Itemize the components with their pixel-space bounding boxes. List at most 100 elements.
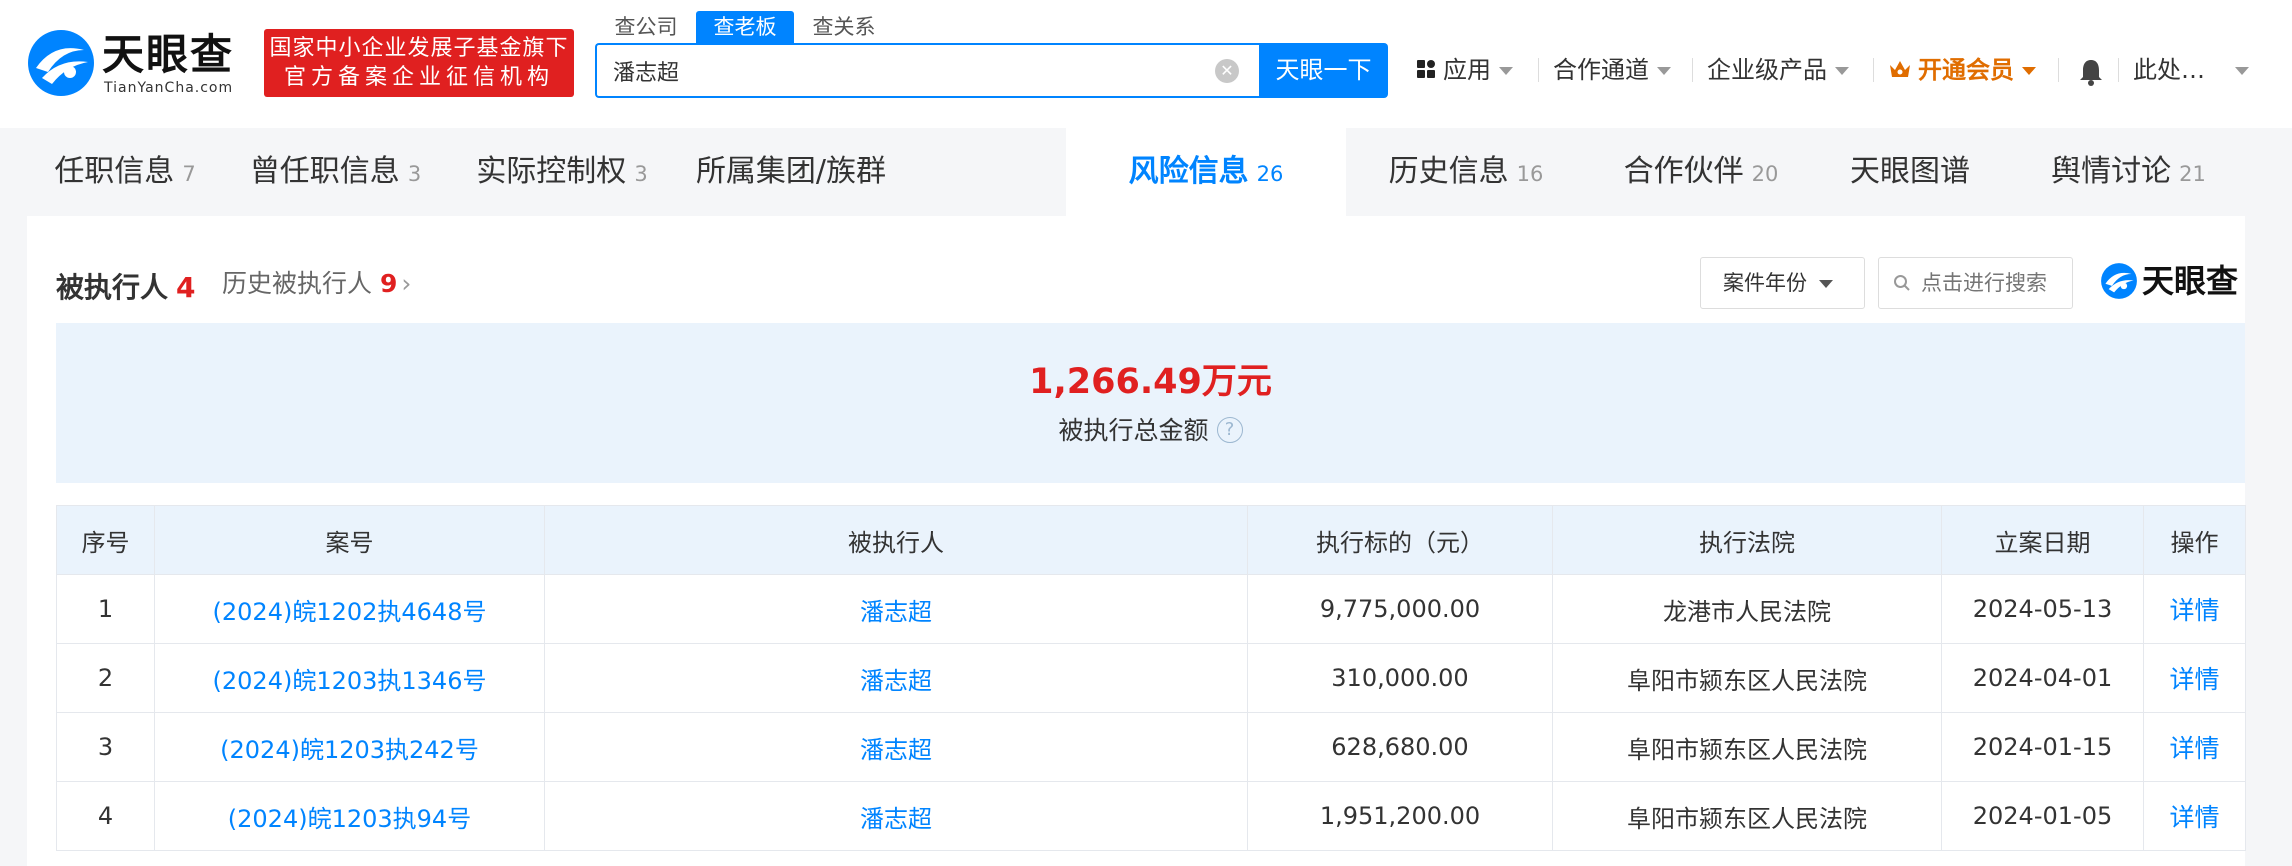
nav-user-label: 此处… (2133, 56, 2205, 84)
cell-case-link[interactable]: (2024)皖1203执94号 (154, 781, 545, 851)
search-box: ✕ (595, 43, 1259, 98)
tab-former-positions[interactable]: 曾任职信息 3 (223, 128, 448, 216)
col-header-case: 案号 (154, 505, 545, 575)
chevron-down-icon (2022, 67, 2036, 75)
total-amount-label: 被执行总金额 (1058, 416, 1209, 445)
top-header: 天眼查 TianYanCha.com 国家中小企业发展子基金旗下 官方备案企业征… (0, 0, 2292, 128)
executed-person-table: 序号 案号 被执行人 执行标的（元） 执行法院 立案日期 操作 1 (2024)… (56, 505, 2246, 851)
chevron-down-icon (1499, 67, 1513, 75)
tab-count: 21 (2179, 162, 2206, 186)
tab-label: 任职信息 (54, 154, 175, 189)
tab-risk-info[interactable]: 风险信息 26 (1066, 128, 1346, 216)
nav-apps[interactable]: 应用 (1417, 50, 1513, 90)
nav-vip[interactable]: 开通会员 (1888, 50, 2036, 90)
chevron-down-icon (1835, 67, 1849, 75)
cell-court: 阜阳市颍东区人民法院 (1552, 781, 1942, 851)
search-button[interactable]: 天眼一下 (1259, 43, 1388, 98)
clear-search-icon[interactable]: ✕ (1215, 59, 1239, 83)
tianyancha-logo[interactable]: 天眼查 TianYanCha.com (26, 28, 252, 98)
tab-label: 天眼图谱 (1850, 154, 1970, 189)
tab-count: 16 (1516, 162, 1544, 186)
cell-date: 2024-01-15 (1941, 712, 2144, 782)
brand-name: 天眼查 (2142, 262, 2239, 300)
bell-icon[interactable] (2078, 58, 2104, 86)
col-header-amount: 执行标的（元） (1247, 505, 1553, 575)
cell-person-link[interactable]: 潘志超 (544, 574, 1248, 644)
section-search (1878, 257, 2073, 309)
detail-link[interactable]: 详情 (2143, 574, 2246, 644)
cell-no: 1 (56, 574, 155, 644)
cell-no: 3 (56, 712, 155, 782)
total-amount-value: 1,266.49万元 (1029, 362, 1272, 402)
chevron-down-icon (1819, 280, 1833, 288)
nav-cooperation[interactable]: 合作通道 (1553, 50, 1671, 90)
table-header-row: 序号 案号 被执行人 执行标的（元） 执行法院 立案日期 操作 (56, 505, 2246, 575)
detail-link[interactable]: 详情 (2143, 781, 2246, 851)
cell-person-link[interactable]: 潘志超 (544, 712, 1248, 782)
nav-vip-label: 开通会员 (1918, 56, 2014, 84)
cell-case-link[interactable]: (2024)皖1203执242号 (154, 712, 545, 782)
logo-name: 天眼查 (102, 30, 235, 79)
cell-case-link[interactable]: (2024)皖1202执4648号 (154, 574, 545, 644)
tab-label: 曾任职信息 (249, 154, 400, 189)
cell-amount: 310,000.00 (1247, 643, 1553, 713)
content-card: 任职信息 7 曾任职信息 3 实际控制权 3 所属集团/族群 风险信息 26 历史信息 1… (27, 128, 2246, 866)
section-title: 被执行人 4 (56, 266, 196, 306)
history-executed-link[interactable]: 历史被执行人 9 › (222, 266, 411, 302)
nav-apps-label: 应用 (1443, 56, 1491, 84)
cell-no: 2 (56, 643, 155, 713)
table-row: 4 (2024)皖1203执94号 潘志超 1,951,200.00 阜阳市颍东… (56, 781, 2246, 851)
section-title-label: 被执行人 (56, 271, 169, 304)
search-tab-relation[interactable]: 查关系 (794, 11, 894, 43)
tab-actual-control[interactable]: 实际控制权 3 (448, 128, 676, 216)
search-input[interactable] (613, 45, 1193, 96)
logo-eye-icon (28, 30, 94, 96)
nav-divider (1692, 58, 1693, 82)
detail-link[interactable]: 详情 (2143, 643, 2246, 713)
search-tab-company[interactable]: 查公司 (596, 11, 696, 43)
slogan-badge: 国家中小企业发展子基金旗下 官方备案企业征信机构 (264, 29, 574, 97)
search-tab-boss[interactable]: 查老板 (696, 11, 794, 43)
tab-public-opinion[interactable]: 舆情讨论 21 (2012, 128, 2245, 216)
total-amount-caption: 被执行总金额? (56, 411, 2245, 447)
chevron-right-icon: › (401, 269, 412, 298)
slogan-line-2: 官方备案企业征信机构 (283, 65, 554, 90)
case-year-select-label: 案件年份 (1723, 271, 1807, 295)
tab-label: 舆情讨论 (2051, 154, 2172, 189)
profile-tabs: 任职信息 7 曾任职信息 3 实际控制权 3 所属集团/族群 风险信息 26 历史信息 1… (27, 128, 2245, 216)
detail-link[interactable]: 详情 (2143, 712, 2246, 782)
tab-partners[interactable]: 合作伙伴 20 (1586, 128, 1816, 216)
table-row: 1 (2024)皖1202执4648号 潘志超 9,775,000.00 龙港市… (56, 574, 2246, 644)
case-year-select[interactable]: 案件年份 (1700, 257, 1865, 309)
chevron-down-icon (2235, 67, 2249, 75)
cell-amount: 628,680.00 (1247, 712, 1553, 782)
section-search-input[interactable] (1921, 258, 2069, 308)
cell-amount: 9,775,000.00 (1247, 574, 1553, 644)
cell-court: 阜阳市颍东区人民法院 (1552, 643, 1942, 713)
logo-eye-icon (2101, 263, 2137, 299)
nav-divider (1873, 58, 1874, 82)
cell-person-link[interactable]: 潘志超 (544, 643, 1248, 713)
chevron-down-icon (1657, 67, 1671, 75)
cell-person-link[interactable]: 潘志超 (544, 781, 1248, 851)
col-header-action: 操作 (2143, 505, 2246, 575)
tab-group[interactable]: 所属集团/族群 (676, 128, 914, 216)
col-header-date: 立案日期 (1941, 505, 2144, 575)
table-row: 2 (2024)皖1203执1346号 潘志超 310,000.00 阜阳市颍东… (56, 643, 2246, 713)
logo-domain: TianYanCha.com (104, 80, 234, 96)
col-header-person: 被执行人 (544, 505, 1248, 575)
table-row: 3 (2024)皖1203执242号 潘志超 628,680.00 阜阳市颍东区… (56, 712, 2246, 782)
tab-graph[interactable]: 天眼图谱 (1816, 128, 2012, 216)
tab-count: 3 (407, 162, 422, 186)
help-icon[interactable]: ? (1216, 417, 1243, 443)
tab-positions[interactable]: 任职信息 7 (27, 128, 223, 216)
nav-divider (1538, 58, 1539, 82)
cell-amount: 1,951,200.00 (1247, 781, 1553, 851)
cell-court: 龙港市人民法院 (1552, 574, 1942, 644)
tab-history[interactable]: 历史信息 16 (1346, 128, 1586, 216)
tianyancha-watermark-logo: 天眼查 (2100, 260, 2245, 302)
nav-user[interactable]: 此处… (2133, 50, 2249, 90)
cell-no: 4 (56, 781, 155, 851)
nav-enterprise-products[interactable]: 企业级产品 (1707, 50, 1849, 90)
cell-case-link[interactable]: (2024)皖1203执1346号 (154, 643, 545, 713)
